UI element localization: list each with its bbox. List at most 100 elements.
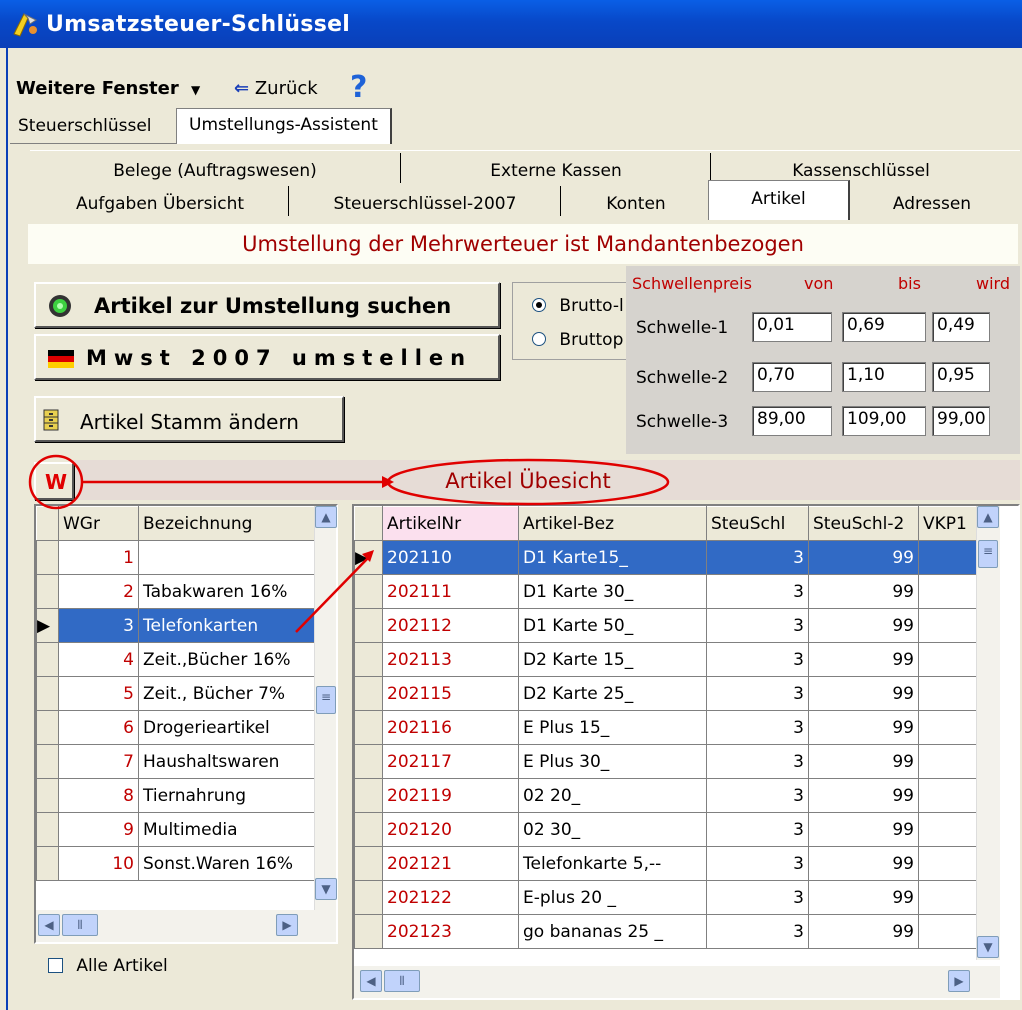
article-steuschl2-cell[interactable]: 99 (808, 710, 919, 745)
scroll-thumb[interactable]: ≡ (978, 540, 998, 568)
article-row[interactable]: 202122 E-plus 20 _ 3 99 (354, 880, 977, 915)
article-vkp1-cell[interactable] (918, 812, 977, 847)
group-row[interactable]: 8 Tiernahrung (36, 778, 315, 813)
group-wgr-cell[interactable]: 1 (58, 540, 139, 575)
group-row[interactable]: 9 Multimedia (36, 812, 315, 847)
group-row[interactable]: 4 Zeit.,Bücher 16% (36, 642, 315, 677)
article-vkp1-cell[interactable] (918, 880, 977, 915)
search-articles-button[interactable]: Artikel zur Umstellung suchen (34, 282, 500, 328)
tab-externe-kassen[interactable]: Externe Kassen (401, 161, 711, 181)
group-wgr-cell[interactable]: 5 (58, 676, 139, 711)
article-steuschl-cell[interactable]: 3 (706, 812, 809, 847)
article-steuschl2-cell[interactable]: 99 (808, 642, 919, 677)
group-grid[interactable]: WGr Bezeichnung 1 2 Tabakwaren 16% ▶ 3 Telefo… (34, 504, 338, 944)
article-nr-cell[interactable]: 202122 (382, 880, 519, 915)
article-bez-cell[interactable]: E Plus 30_ (518, 744, 707, 779)
scroll-thumb[interactable]: ⦀ (62, 914, 98, 936)
article-row[interactable]: 202117 E Plus 30_ 3 99 (354, 744, 977, 779)
article-steuschl2-cell[interactable]: 99 (808, 914, 919, 949)
group-name-cell[interactable]: Drogerieartikel (138, 710, 315, 745)
article-nr-cell[interactable]: 202116 (382, 710, 519, 745)
group-wgr-cell[interactable]: 9 (58, 812, 139, 847)
article-steuschl2-cell[interactable]: 99 (808, 880, 919, 915)
scroll-up-icon[interactable]: ▲ (315, 506, 337, 528)
group-name-cell[interactable]: Haushaltswaren (138, 744, 315, 779)
threshold-2-wird-field[interactable]: 0,95 (932, 362, 990, 392)
article-steuschl-cell[interactable]: 3 (706, 676, 809, 711)
article-bez-cell[interactable]: D1 Karte 50_ (518, 608, 707, 643)
threshold-3-bis-field[interactable]: 109,00 (842, 406, 926, 436)
article-steuschl-cell[interactable]: 3 (706, 710, 809, 745)
group-row[interactable]: 1 (36, 540, 315, 575)
article-bez-cell[interactable]: D2 Karte 25_ (518, 676, 707, 711)
article-steuschl2-cell[interactable]: 99 (808, 608, 919, 643)
group-wgr-cell[interactable]: 8 (58, 778, 139, 813)
scroll-down-icon[interactable]: ▼ (977, 936, 999, 958)
article-vkp1-cell[interactable] (918, 540, 977, 575)
article-nr-cell[interactable]: 202117 (382, 744, 519, 779)
article-col-vkp1[interactable]: VKP1 (918, 506, 977, 541)
article-steuschl-cell[interactable]: 3 (706, 574, 809, 609)
article-bez-cell[interactable]: E Plus 15_ (518, 710, 707, 745)
threshold-1-wird-field[interactable]: 0,49 (932, 312, 990, 342)
article-vkp1-cell[interactable] (918, 574, 977, 609)
group-name-cell[interactable]: Telefonkarten (138, 608, 315, 643)
w-button[interactable]: W (34, 462, 74, 500)
weitere-fenster-menu[interactable]: Weitere Fenster ▼ (16, 78, 200, 99)
tab-konten[interactable]: Konten (561, 194, 711, 214)
article-steuschl-cell[interactable]: 3 (706, 880, 809, 915)
article-nr-cell[interactable]: 202119 (382, 778, 519, 813)
article-steuschl-cell[interactable]: 3 (706, 778, 809, 813)
article-vkp1-cell[interactable] (918, 744, 977, 779)
article-nr-cell[interactable]: 202112 (382, 608, 519, 643)
article-bez-cell[interactable]: D1 Karte15_ (518, 540, 707, 575)
article-steuschl2-cell[interactable]: 99 (808, 846, 919, 881)
article-row[interactable]: ▶ 202110 D1 Karte15_ 3 99 (354, 540, 977, 575)
article-nr-cell[interactable]: 202123 (382, 914, 519, 949)
group-wgr-cell[interactable]: 7 (58, 744, 139, 779)
article-nr-cell[interactable]: 202121 (382, 846, 519, 881)
group-row[interactable]: 10 Sonst.Waren 16% (36, 846, 315, 881)
tab-aufgaben[interactable]: Aufgaben Übersicht (30, 194, 290, 214)
article-row[interactable]: 202120 02 30_ 3 99 (354, 812, 977, 847)
article-grid[interactable]: ArtikelNr Artikel-Bez SteuSchl SteuSchl-… (352, 504, 1020, 1000)
article-steuschl2-cell[interactable]: 99 (808, 540, 919, 575)
threshold-1-bis-field[interactable]: 0,69 (842, 312, 926, 342)
back-button[interactable]: ⇐ Zurück (234, 78, 318, 99)
article-col-nr[interactable]: ArtikelNr (382, 506, 519, 541)
article-bez-cell[interactable]: go bananas 25 _ (518, 914, 707, 949)
article-row[interactable]: 202116 E Plus 15_ 3 99 (354, 710, 977, 745)
article-vkp1-cell[interactable] (918, 642, 977, 677)
group-wgr-cell[interactable]: 4 (58, 642, 139, 677)
article-bez-cell[interactable]: D1 Karte 30_ (518, 574, 707, 609)
group-row[interactable]: 6 Drogerieartikel (36, 710, 315, 745)
help-icon[interactable]: ? (350, 70, 367, 105)
scroll-down-icon[interactable]: ▼ (315, 878, 337, 900)
article-bez-cell[interactable]: D2 Karte 15_ (518, 642, 707, 677)
mwst-2007-button[interactable]: Mwst 2007 umstellen (34, 334, 500, 380)
article-steuschl2-cell[interactable]: 99 (808, 676, 919, 711)
article-vscroll[interactable]: ▲ ≡ ▼ (976, 506, 1000, 960)
scroll-left-icon[interactable]: ◀ (360, 970, 382, 992)
alle-artikel-checkbox[interactable]: Alle Artikel (48, 956, 168, 976)
article-vkp1-cell[interactable] (918, 846, 977, 881)
threshold-2-von-field[interactable]: 0,70 (752, 362, 832, 392)
tab-adressen[interactable]: Adressen (852, 194, 1012, 214)
article-vkp1-cell[interactable] (918, 676, 977, 711)
group-wgr-cell[interactable]: 10 (58, 846, 139, 881)
article-bez-cell[interactable]: 02 30_ (518, 812, 707, 847)
tab-kassenschluessel[interactable]: Kassenschlüssel (711, 161, 1011, 181)
article-steuschl-cell[interactable]: 3 (706, 642, 809, 677)
group-name-cell[interactable]: Multimedia (138, 812, 315, 847)
group-name-cell[interactable]: Tiernahrung (138, 778, 315, 813)
article-nr-cell[interactable]: 202111 (382, 574, 519, 609)
article-steuschl-cell[interactable]: 3 (706, 846, 809, 881)
artikel-stamm-button[interactable]: Artikel Stamm ändern (34, 396, 344, 442)
tab-artikel[interactable]: Artikel (708, 180, 850, 220)
article-row[interactable]: 202111 D1 Karte 30_ 3 99 (354, 574, 977, 609)
threshold-1-von-field[interactable]: 0,01 (752, 312, 832, 342)
radio-brutto[interactable]: Brutto-l (532, 296, 624, 316)
article-row[interactable]: 202123 go bananas 25 _ 3 99 (354, 914, 977, 949)
group-wgr-cell[interactable]: 3 (58, 608, 139, 643)
article-steuschl2-cell[interactable]: 99 (808, 744, 919, 779)
